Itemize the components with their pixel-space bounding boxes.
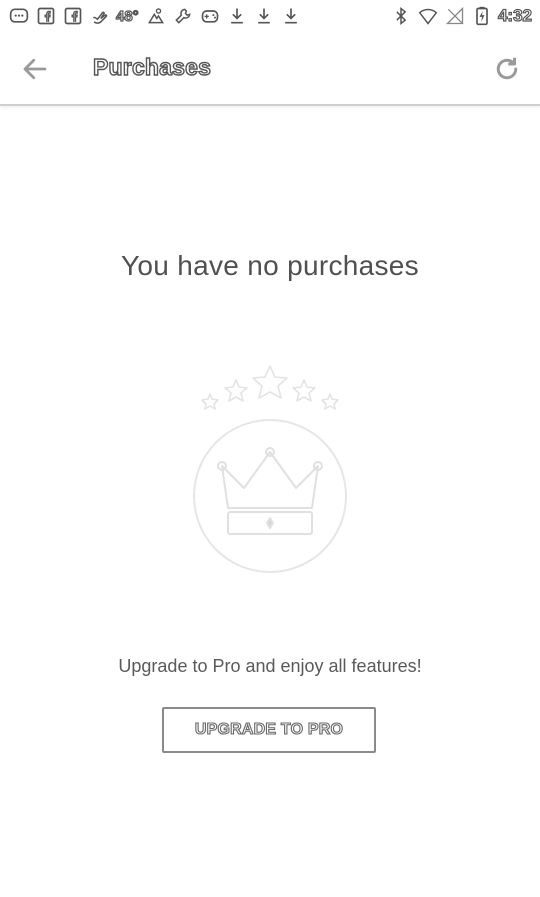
chat-bubble-icon	[8, 5, 30, 27]
download-icon	[280, 5, 302, 27]
temperature-text: 48°	[115, 7, 139, 25]
upgrade-to-pro-button[interactable]: UPGRADE TO PRO	[162, 707, 376, 753]
page-title: Purchases	[92, 53, 212, 80]
facebook-icon	[62, 5, 84, 27]
upgrade-button-label: UPGRADE TO PRO	[194, 720, 344, 738]
gamepad-icon	[199, 5, 221, 27]
no-signal-icon	[444, 5, 466, 27]
crown-with-stars-icon	[190, 360, 350, 580]
wifi-icon	[417, 5, 439, 27]
weather-icon	[145, 5, 167, 27]
download-icon	[253, 5, 275, 27]
battery-icon	[471, 5, 493, 27]
arrow-left-icon	[20, 54, 50, 84]
refresh-icon	[492, 54, 522, 84]
bluetooth-icon	[390, 5, 412, 27]
system-icons: 4:32	[390, 4, 533, 28]
facebook-icon	[35, 5, 57, 27]
wrench-icon	[172, 5, 194, 27]
refresh-button[interactable]	[490, 52, 524, 86]
notification-icons: 48°	[8, 4, 307, 28]
hand-icon	[89, 5, 111, 27]
back-button[interactable]	[18, 52, 52, 86]
upgrade-promo-text: Upgrade to Pro and enjoy all features!	[118, 656, 422, 676]
status-bar: 48° 4:32	[0, 0, 540, 32]
clock-time: 4:32	[497, 5, 532, 25]
empty-state-title: You have no purchases	[121, 250, 419, 281]
toolbar: Purchases	[0, 32, 540, 106]
download-icon	[226, 5, 248, 27]
